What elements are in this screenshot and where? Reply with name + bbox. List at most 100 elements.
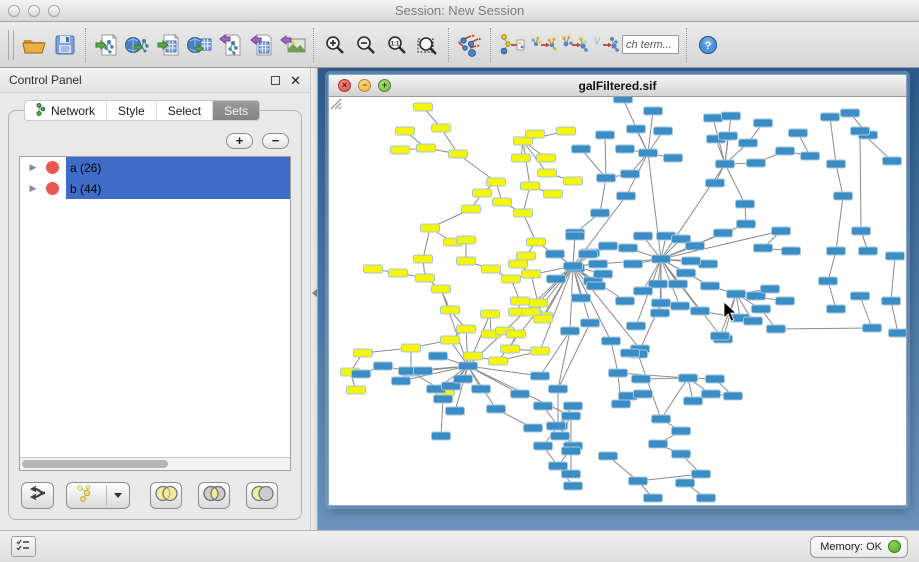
close-window-button[interactable] (8, 5, 20, 17)
network-node-yellow[interactable] (432, 285, 451, 293)
network-node-blue[interactable] (744, 317, 763, 325)
network-node-blue[interactable] (672, 450, 691, 458)
network-node-blue[interactable] (819, 277, 838, 285)
network-node-blue[interactable] (724, 392, 743, 400)
network-node-blue[interactable] (564, 482, 583, 490)
network-node-blue[interactable] (767, 325, 786, 333)
export-table-button[interactable] (246, 28, 277, 62)
network-node-yellow[interactable] (531, 347, 550, 355)
network-node-blue[interactable] (627, 322, 646, 330)
diff-copy-network-button[interactable] (496, 28, 527, 62)
network-node-yellow[interactable] (517, 252, 536, 260)
network-node-yellow[interactable] (396, 127, 415, 135)
frame-minimize-button[interactable]: − (358, 79, 371, 92)
network-node-blue[interactable] (624, 260, 643, 268)
network-node-blue[interactable] (579, 250, 598, 258)
scrollbar-thumb[interactable] (22, 460, 168, 468)
network-node-yellow[interactable] (457, 236, 476, 244)
split-sets-button[interactable] (21, 482, 54, 509)
network-node-blue[interactable] (752, 305, 771, 313)
network-node-blue[interactable] (621, 170, 640, 178)
network-node-yellow[interactable] (462, 205, 481, 213)
network-node-blue[interactable] (549, 462, 568, 470)
network-canvas[interactable] (329, 97, 906, 505)
network-node-blue[interactable] (801, 152, 820, 160)
network-node-blue[interactable] (617, 192, 636, 200)
network-node-yellow[interactable] (502, 275, 521, 283)
network-node-blue[interactable] (566, 232, 585, 240)
network-node-blue[interactable] (671, 302, 690, 310)
zoom-out-button[interactable] (350, 28, 381, 62)
network-node-blue[interactable] (722, 112, 741, 120)
network-node-blue[interactable] (776, 147, 795, 155)
network-node-blue[interactable] (472, 385, 491, 393)
network-node-blue[interactable] (761, 285, 780, 293)
network-node-blue[interactable] (719, 132, 738, 140)
network-node-blue[interactable] (562, 470, 581, 478)
network-node-yellow[interactable] (441, 336, 460, 344)
network-node-blue[interactable] (754, 119, 773, 127)
network-node-blue[interactable] (459, 362, 478, 370)
tab-network[interactable]: Network (25, 101, 107, 120)
open-session-button[interactable] (18, 28, 49, 62)
network-node-blue[interactable] (664, 154, 683, 162)
network-node-blue[interactable] (632, 375, 651, 383)
task-history-button[interactable] (11, 536, 36, 557)
import-table-file-button[interactable] (153, 28, 184, 62)
network-node-blue[interactable] (711, 332, 730, 340)
minimize-window-button[interactable] (28, 5, 40, 17)
network-node-yellow[interactable] (509, 260, 528, 268)
network-node-blue[interactable] (594, 270, 613, 278)
zoom-selected-button[interactable] (412, 28, 443, 62)
network-node-blue[interactable] (562, 412, 581, 420)
network-node-yellow[interactable] (538, 169, 557, 177)
set-row-b[interactable]: ▶ b (44) (20, 178, 290, 199)
network-node-blue[interactable] (599, 452, 618, 460)
network-node-blue[interactable] (669, 280, 688, 288)
network-node-blue[interactable] (352, 370, 371, 378)
network-node-blue[interactable] (704, 114, 723, 122)
network-node-blue[interactable] (589, 260, 608, 268)
network-node-yellow[interactable] (441, 306, 460, 314)
float-panel-icon[interactable] (271, 76, 280, 85)
toolbar-grip[interactable] (8, 30, 14, 60)
network-node-blue[interactable] (549, 385, 568, 393)
network-node-blue[interactable] (612, 400, 631, 408)
save-session-button[interactable] (49, 28, 80, 62)
network-node-blue[interactable] (627, 125, 646, 133)
network-node-blue[interactable] (654, 127, 673, 135)
resize-grip-icon[interactable] (329, 97, 343, 111)
network-node-blue[interactable] (883, 157, 902, 165)
network-node-blue[interactable] (754, 244, 773, 252)
network-node-yellow[interactable] (493, 198, 512, 206)
network-node-blue[interactable] (616, 297, 635, 305)
close-panel-icon[interactable]: ✕ (290, 74, 301, 87)
network-node-blue[interactable] (414, 367, 433, 375)
network-node-blue[interactable] (581, 319, 600, 327)
network-node-blue[interactable] (652, 415, 671, 423)
network-node-blue[interactable] (629, 477, 648, 485)
network-node-blue[interactable] (697, 494, 716, 502)
network-node-blue[interactable] (782, 247, 801, 255)
network-node-blue[interactable] (634, 232, 653, 240)
tab-sets[interactable]: Sets (213, 101, 259, 120)
network-node-blue[interactable] (616, 145, 635, 153)
network-node-blue[interactable] (827, 247, 846, 255)
network-node-yellow[interactable] (501, 345, 520, 353)
add-set-button[interactable]: + (226, 133, 253, 149)
network-node-yellow[interactable] (421, 224, 440, 232)
network-node-blue[interactable] (392, 377, 411, 385)
network-node-blue[interactable] (561, 327, 580, 335)
create-set-dropdown[interactable] (107, 483, 129, 508)
network-node-blue[interactable] (677, 269, 696, 277)
venn-difference-button[interactable] (246, 482, 278, 509)
network-node-blue[interactable] (534, 442, 553, 450)
network-node-blue[interactable] (827, 160, 846, 168)
network-node-yellow[interactable] (347, 386, 366, 394)
diff-union-button[interactable] (527, 28, 558, 62)
network-node-yellow[interactable] (512, 154, 531, 162)
network-node-blue[interactable] (747, 159, 766, 167)
network-node-blue[interactable] (446, 407, 465, 415)
network-node-blue[interactable] (634, 287, 653, 295)
expander-icon[interactable]: ▶ (20, 183, 46, 194)
